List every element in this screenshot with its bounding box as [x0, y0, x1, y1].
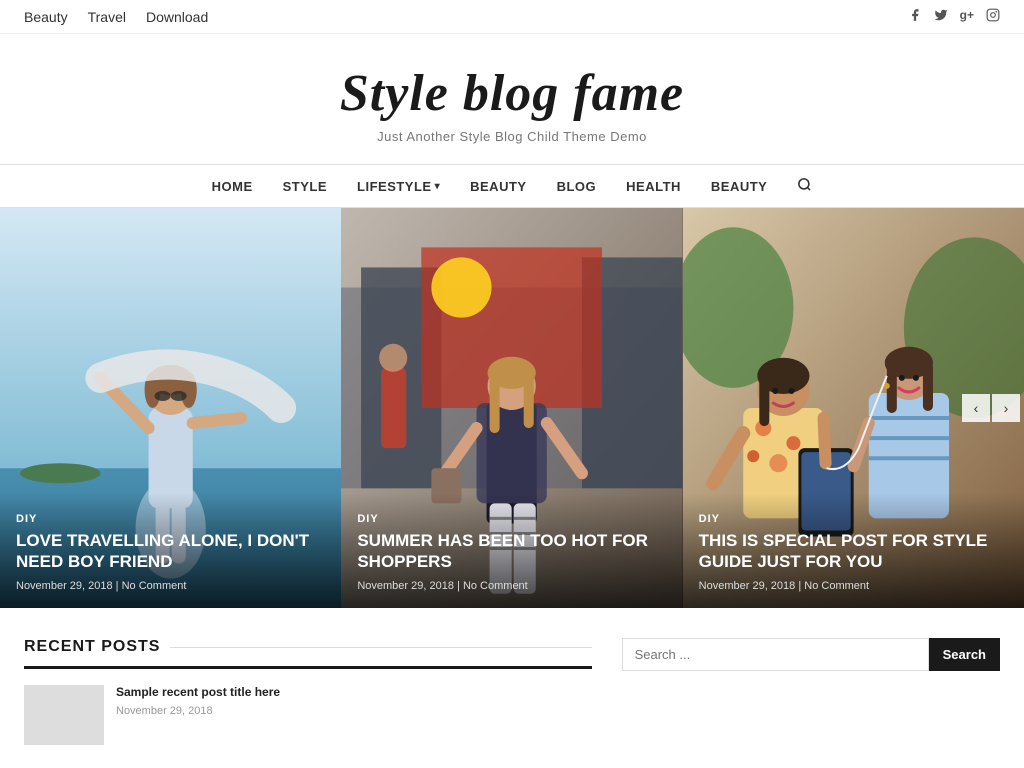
search-button[interactable]: Search [929, 638, 1000, 671]
slide-2-overlay: DIY SUMMER HAS BEEN TOO HOT FOR SHOPPERS… [341, 493, 682, 608]
top-bar: Beauty Travel Download g+ [0, 0, 1024, 34]
nav-blog[interactable]: BLOG [557, 179, 597, 194]
google-plus-icon[interactable]: g+ [960, 8, 974, 25]
site-subtitle: Just Another Style Blog Child Theme Demo [20, 129, 1004, 144]
featured-slider: DIY LOVE TRAVELLING ALONE, I DON'T NEED … [0, 208, 1024, 608]
slide-2-meta: November 29, 2018 | No Comment [357, 580, 666, 592]
slide-2[interactable]: DIY SUMMER HAS BEEN TOO HOT FOR SHOPPERS… [341, 208, 682, 608]
facebook-icon[interactable] [908, 8, 922, 25]
twitter-icon[interactable] [934, 8, 948, 25]
top-nav-download[interactable]: Download [146, 9, 208, 25]
slide-2-category: DIY [357, 513, 666, 525]
instagram-icon[interactable] [986, 8, 1000, 25]
slide-1[interactable]: DIY LOVE TRAVELLING ALONE, I DON'T NEED … [0, 208, 341, 608]
nav-style[interactable]: STYLE [283, 179, 327, 194]
slide-1-category: DIY [16, 513, 325, 525]
slide-3[interactable]: ‹ › DIY THIS IS SPECIAL POST FOR STYLE G… [683, 208, 1024, 608]
slide-2-title: SUMMER HAS BEEN TOO HOT FOR SHOPPERS [357, 531, 666, 572]
main-nav: HOME STYLE LIFESTYLE ▾ BEAUTY BLOG HEALT… [0, 164, 1024, 208]
site-header: Style blog fame Just Another Style Blog … [0, 34, 1024, 164]
nav-home[interactable]: HOME [212, 179, 253, 194]
slide-3-title: THIS IS SPECIAL POST FOR STYLE GUIDE JUS… [699, 531, 1008, 572]
chevron-down-icon: ▾ [435, 181, 441, 192]
top-nav: Beauty Travel Download [24, 9, 208, 25]
slide-1-meta: November 29, 2018 | No Comment [16, 580, 325, 592]
top-nav-beauty[interactable]: Beauty [24, 9, 68, 25]
site-title: Style blog fame [20, 64, 1004, 123]
slider-next-button[interactable]: › [992, 394, 1020, 422]
search-box: Search [622, 638, 1000, 671]
recent-posts: RECENT POSTS Sample recent post title he… [24, 638, 592, 745]
slide-1-title: LOVE TRAVELLING ALONE, I DON'T NEED BOY … [16, 531, 325, 572]
slide-3-overlay: DIY THIS IS SPECIAL POST FOR STYLE GUIDE… [683, 493, 1024, 608]
nav-health[interactable]: HEALTH [626, 179, 681, 194]
nav-beauty[interactable]: BEAUTY [470, 179, 526, 194]
nav-lifestyle[interactable]: LIFESTYLE ▾ [357, 179, 440, 194]
search-nav-icon[interactable] [797, 177, 812, 195]
social-icons: g+ [908, 8, 1000, 25]
top-nav-travel[interactable]: Travel [88, 9, 126, 25]
nav-beauty2[interactable]: BEAUTY [711, 179, 767, 194]
search-input[interactable] [622, 638, 929, 671]
slide-3-meta: November 29, 2018 | No Comment [699, 580, 1008, 592]
slide-3-category: DIY [699, 513, 1008, 525]
bottom-section: RECENT POSTS Sample recent post title he… [0, 608, 1024, 765]
slide-1-overlay: DIY LOVE TRAVELLING ALONE, I DON'T NEED … [0, 493, 341, 608]
recent-posts-title: RECENT POSTS [24, 638, 592, 669]
sidebar: Search [622, 638, 1000, 745]
slider-prev-button[interactable]: ‹ [962, 394, 990, 422]
